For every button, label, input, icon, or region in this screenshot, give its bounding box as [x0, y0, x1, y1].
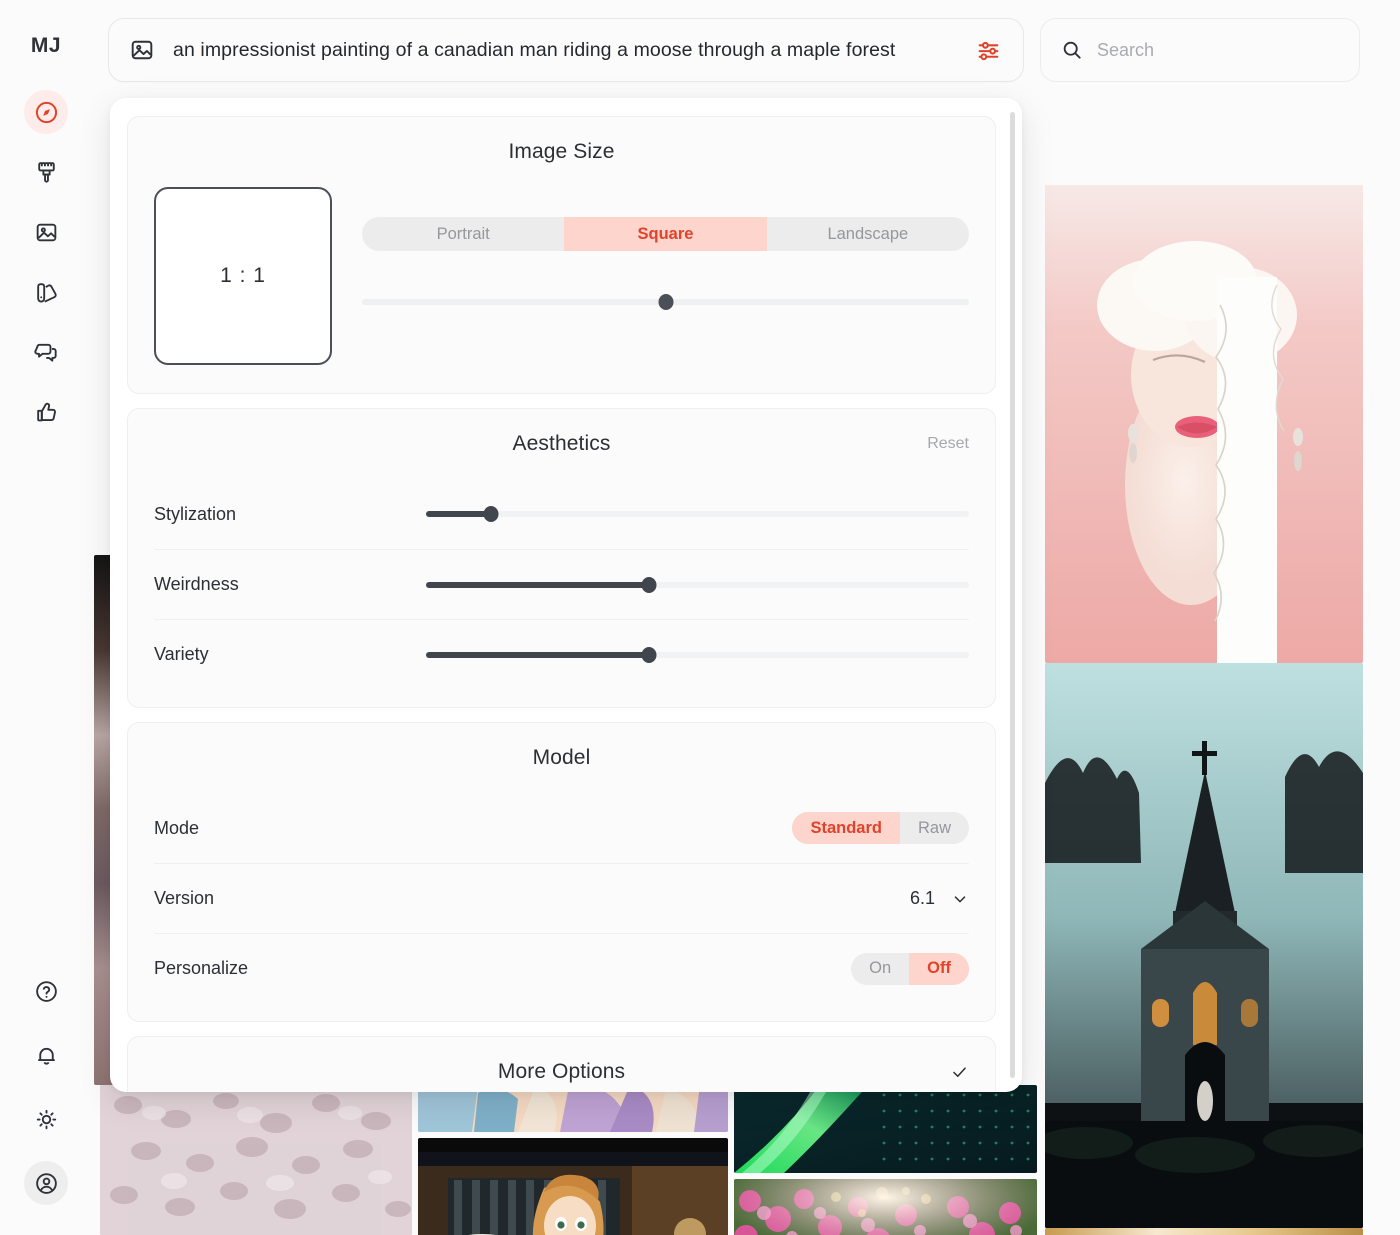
orientation-option-square[interactable]: Square: [564, 217, 767, 251]
help-circle-icon: [34, 979, 59, 1004]
orientation-option-landscape[interactable]: Landscape: [767, 217, 969, 251]
bell-icon: [34, 1043, 59, 1068]
gallery-tile-pink-flowers[interactable]: [734, 1179, 1037, 1235]
variety-slider-fill: [426, 651, 649, 658]
sidebar-nav-bottom: [0, 969, 92, 1205]
app-logo[interactable]: MJ: [31, 34, 61, 58]
personalize-label: Personalize: [154, 958, 249, 978]
stylization-slider-track: [426, 511, 969, 517]
aesthetics-title: Aesthetics: [512, 432, 611, 455]
aesthetics-card: Aesthetics Reset Stylization Weirdness V…: [127, 408, 996, 708]
stylization-label: Stylization: [154, 503, 237, 524]
sidebar-item-notifications[interactable]: [24, 1033, 68, 1077]
image-size-card: Image Size 1 : 1 Portrait Square Landsca…: [127, 116, 996, 394]
personalize-row: Personalize On Off: [154, 933, 969, 1003]
thumbs-up-icon: [34, 400, 59, 425]
prompt-input[interactable]: an impressionist painting of a canadian …: [173, 39, 958, 62]
gallery-tile-animated-girl-bed[interactable]: [418, 1138, 728, 1235]
gallery-tile-portrait-pink-woman[interactable]: [1045, 185, 1363, 663]
app-root: MJ an impressionist painting of a canadi…: [0, 0, 1400, 1235]
model-header: Model: [154, 723, 969, 793]
stylization-row: Stylization: [154, 479, 969, 549]
more-options-title: More Options: [497, 1060, 626, 1083]
sidebar-item-explore[interactable]: [24, 90, 68, 134]
stylization-slider-fill: [426, 511, 492, 517]
image-icon[interactable]: [129, 37, 155, 63]
user-circle-icon: [34, 1171, 59, 1196]
sidebar-item-create[interactable]: [24, 150, 68, 194]
more-options-header[interactable]: More Options: [154, 1037, 969, 1092]
weirdness-slider-handle[interactable]: [641, 576, 657, 593]
sidebar-item-theme[interactable]: [24, 1097, 68, 1141]
model-card: Model Mode Standard Raw Version 6.1 Pers…: [127, 722, 996, 1022]
variety-row: Variety: [154, 619, 969, 689]
weirdness-slider[interactable]: [426, 574, 969, 596]
image-size-slider-handle[interactable]: [658, 294, 673, 310]
aesthetics-header: Aesthetics Reset: [154, 409, 969, 479]
image-size-body: 1 : 1 Portrait Square Landscape: [154, 187, 969, 393]
image-size-title: Image Size: [508, 140, 615, 163]
settings-panel-scroll-area: Image Size 1 : 1 Portrait Square Landsca…: [110, 98, 1022, 1092]
weirdness-slider-fill: [426, 581, 649, 588]
top-bar: an impressionist painting of a canadian …: [92, 0, 1400, 100]
aspect-ratio-preview[interactable]: 1 : 1: [154, 187, 332, 365]
image-size-slider[interactable]: [362, 291, 969, 313]
image-size-header: Image Size: [154, 117, 969, 187]
variety-slider-handle[interactable]: [641, 646, 657, 663]
gallery-tile-dark-church-night[interactable]: [1045, 663, 1363, 1228]
stylization-slider[interactable]: [426, 503, 969, 525]
image-icon: [34, 220, 59, 245]
sidebar-item-personalize[interactable]: [24, 270, 68, 314]
checkmark-icon[interactable]: [950, 1063, 969, 1082]
variety-slider[interactable]: [426, 644, 969, 666]
orientation-segmented-control: Portrait Square Landscape: [362, 217, 969, 251]
gallery-tile-green-wave-dots[interactable]: [734, 1085, 1037, 1173]
personalize-option-off[interactable]: Off: [909, 952, 969, 985]
search-bar[interactable]: [1040, 18, 1360, 82]
sidebar-item-account[interactable]: [24, 1161, 68, 1205]
sidebar-item-chat[interactable]: [24, 330, 68, 374]
sun-icon: [34, 1107, 59, 1132]
gallery-tile-illustrated-hands[interactable]: [418, 1085, 728, 1132]
settings-panel-scrollbar[interactable]: [1010, 112, 1015, 1078]
variety-label: Variety: [154, 644, 209, 664]
mode-label: Mode: [154, 817, 200, 838]
sidebar-item-gallery[interactable]: [24, 210, 68, 254]
more-options-card: More Options Speed Fast Turbo: [127, 1036, 996, 1092]
image-size-controls: Portrait Square Landscape: [362, 187, 969, 365]
compass-icon: [34, 100, 59, 125]
chevron-down-icon: [951, 890, 969, 908]
mode-row: Mode Standard Raw: [154, 793, 969, 863]
gallery-tile-knit-texture[interactable]: [100, 1085, 412, 1235]
stylization-slider-handle[interactable]: [483, 506, 499, 522]
search-input[interactable]: [1097, 39, 1339, 61]
sidebar-item-help[interactable]: [24, 969, 68, 1013]
sidebar-item-rate[interactable]: [24, 390, 68, 434]
personalize-toggle: On Off: [851, 952, 969, 985]
orientation-option-portrait[interactable]: Portrait: [362, 217, 564, 251]
color-palette-icon: [34, 280, 59, 305]
left-sidebar: MJ: [0, 0, 92, 1235]
model-title: Model: [532, 746, 591, 769]
settings-panel: Image Size 1 : 1 Portrait Square Landsca…: [110, 98, 1022, 1092]
weirdness-label: Weirdness: [154, 574, 239, 594]
prompt-bar[interactable]: an impressionist painting of a canadian …: [108, 18, 1024, 82]
version-dropdown[interactable]: 6.1: [910, 888, 969, 909]
mode-option-raw[interactable]: Raw: [900, 812, 969, 844]
gallery-tile-golden-light[interactable]: [1045, 1228, 1363, 1235]
sidebar-nav-top: [24, 90, 68, 434]
paintbrush-icon: [34, 160, 59, 185]
search-icon: [1061, 39, 1083, 61]
version-value: 6.1: [909, 888, 935, 908]
sliders-icon[interactable]: [976, 38, 1001, 63]
aesthetics-reset-button[interactable]: Reset: [927, 435, 969, 453]
mode-option-standard[interactable]: Standard: [792, 812, 900, 844]
mode-toggle: Standard Raw: [792, 812, 969, 844]
chat-bubbles-icon: [33, 340, 59, 365]
personalize-option-on[interactable]: On: [851, 953, 909, 985]
version-label: Version: [154, 888, 215, 908]
version-row: Version 6.1: [154, 863, 969, 933]
weirdness-row: Weirdness: [154, 549, 969, 619]
